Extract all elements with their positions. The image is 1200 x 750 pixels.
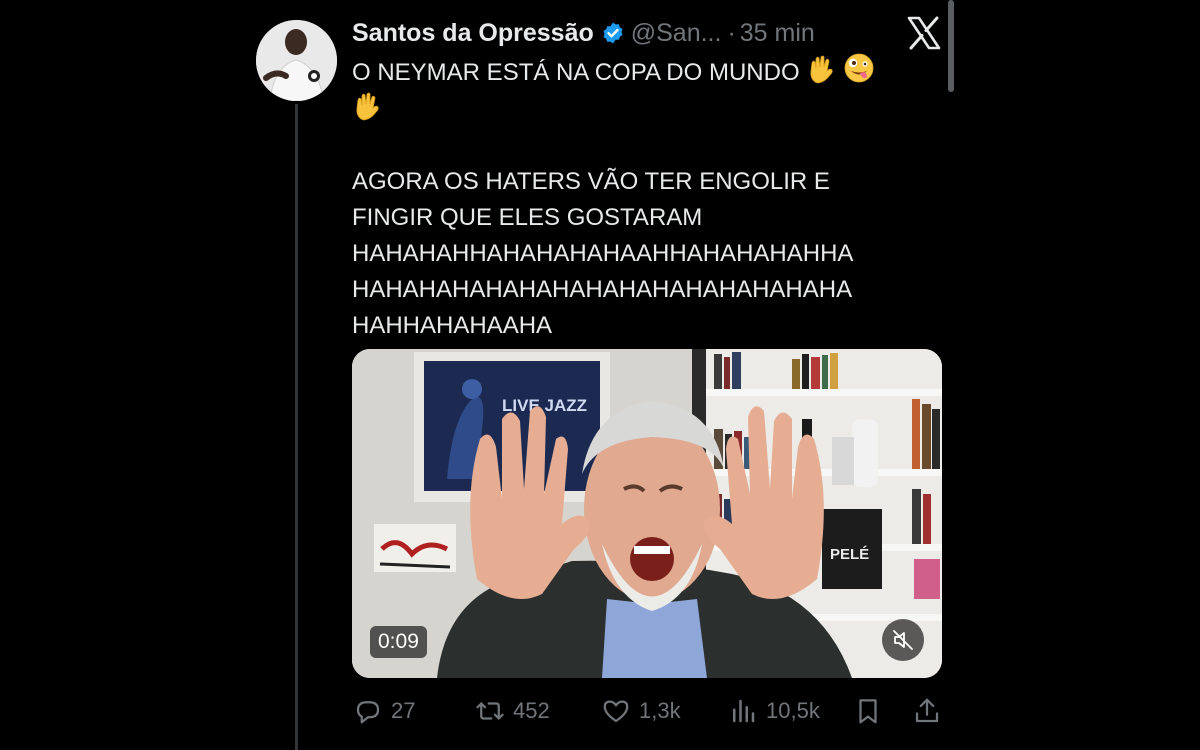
tweet-header: Santos da Opressão @San... · 35 min <box>352 16 815 50</box>
avatar-image <box>256 20 337 101</box>
mute-icon <box>893 630 913 650</box>
bookmark-icon <box>859 699 877 724</box>
views-count: 10,5k <box>766 698 820 723</box>
zany-face-icon <box>844 53 874 83</box>
reply-button[interactable]: 27 <box>353 694 415 728</box>
views-button[interactable]: 10,5k <box>728 694 820 728</box>
bookmark-button[interactable] <box>853 694 883 728</box>
retweet-button[interactable]: 452 <box>475 694 550 728</box>
video-player[interactable]: LIVE JAZZ PELÉ <box>352 349 942 678</box>
poster-text: LIVE JAZZ <box>502 396 587 415</box>
heart-icon <box>603 700 629 723</box>
mute-button[interactable] <box>882 619 924 661</box>
verified-badge-icon <box>603 22 623 44</box>
reply-icon <box>356 701 380 724</box>
share-button[interactable] <box>912 694 942 728</box>
share-icon <box>915 698 939 723</box>
separator-dot: · <box>727 18 736 47</box>
waving-hand-icon <box>810 55 833 84</box>
book-title: PELÉ <box>830 546 869 563</box>
retweet-count: 452 <box>513 698 550 723</box>
avatar[interactable] <box>256 20 337 101</box>
x-logo-icon[interactable] <box>906 16 942 50</box>
like-button[interactable]: 1,3k <box>601 694 681 728</box>
video-frame: LIVE JAZZ PELÉ <box>352 349 942 678</box>
timestamp[interactable]: 35 min <box>740 19 815 48</box>
reply-count: 27 <box>391 698 416 723</box>
retweet-icon <box>476 702 504 720</box>
thread-line <box>295 104 298 750</box>
handle[interactable]: @San... <box>631 19 722 48</box>
tweet-text-line1: O NEYMAR ESTÁ NA COPA DO MUNDO <box>352 59 800 86</box>
display-name[interactable]: Santos da Opressão <box>352 19 594 48</box>
tweet-text-body: AGORA OS HATERS VÃO TER ENGOLIR E FINGIR… <box>352 168 854 339</box>
views-icon <box>733 699 755 723</box>
video-duration: 0:09 <box>370 626 427 658</box>
waving-hand-icon <box>356 92 379 121</box>
tweet-text: O NEYMAR ESTÁ NA COPA DO MUNDO AGORA OS … <box>352 52 952 344</box>
like-count: 1,3k <box>639 698 681 723</box>
